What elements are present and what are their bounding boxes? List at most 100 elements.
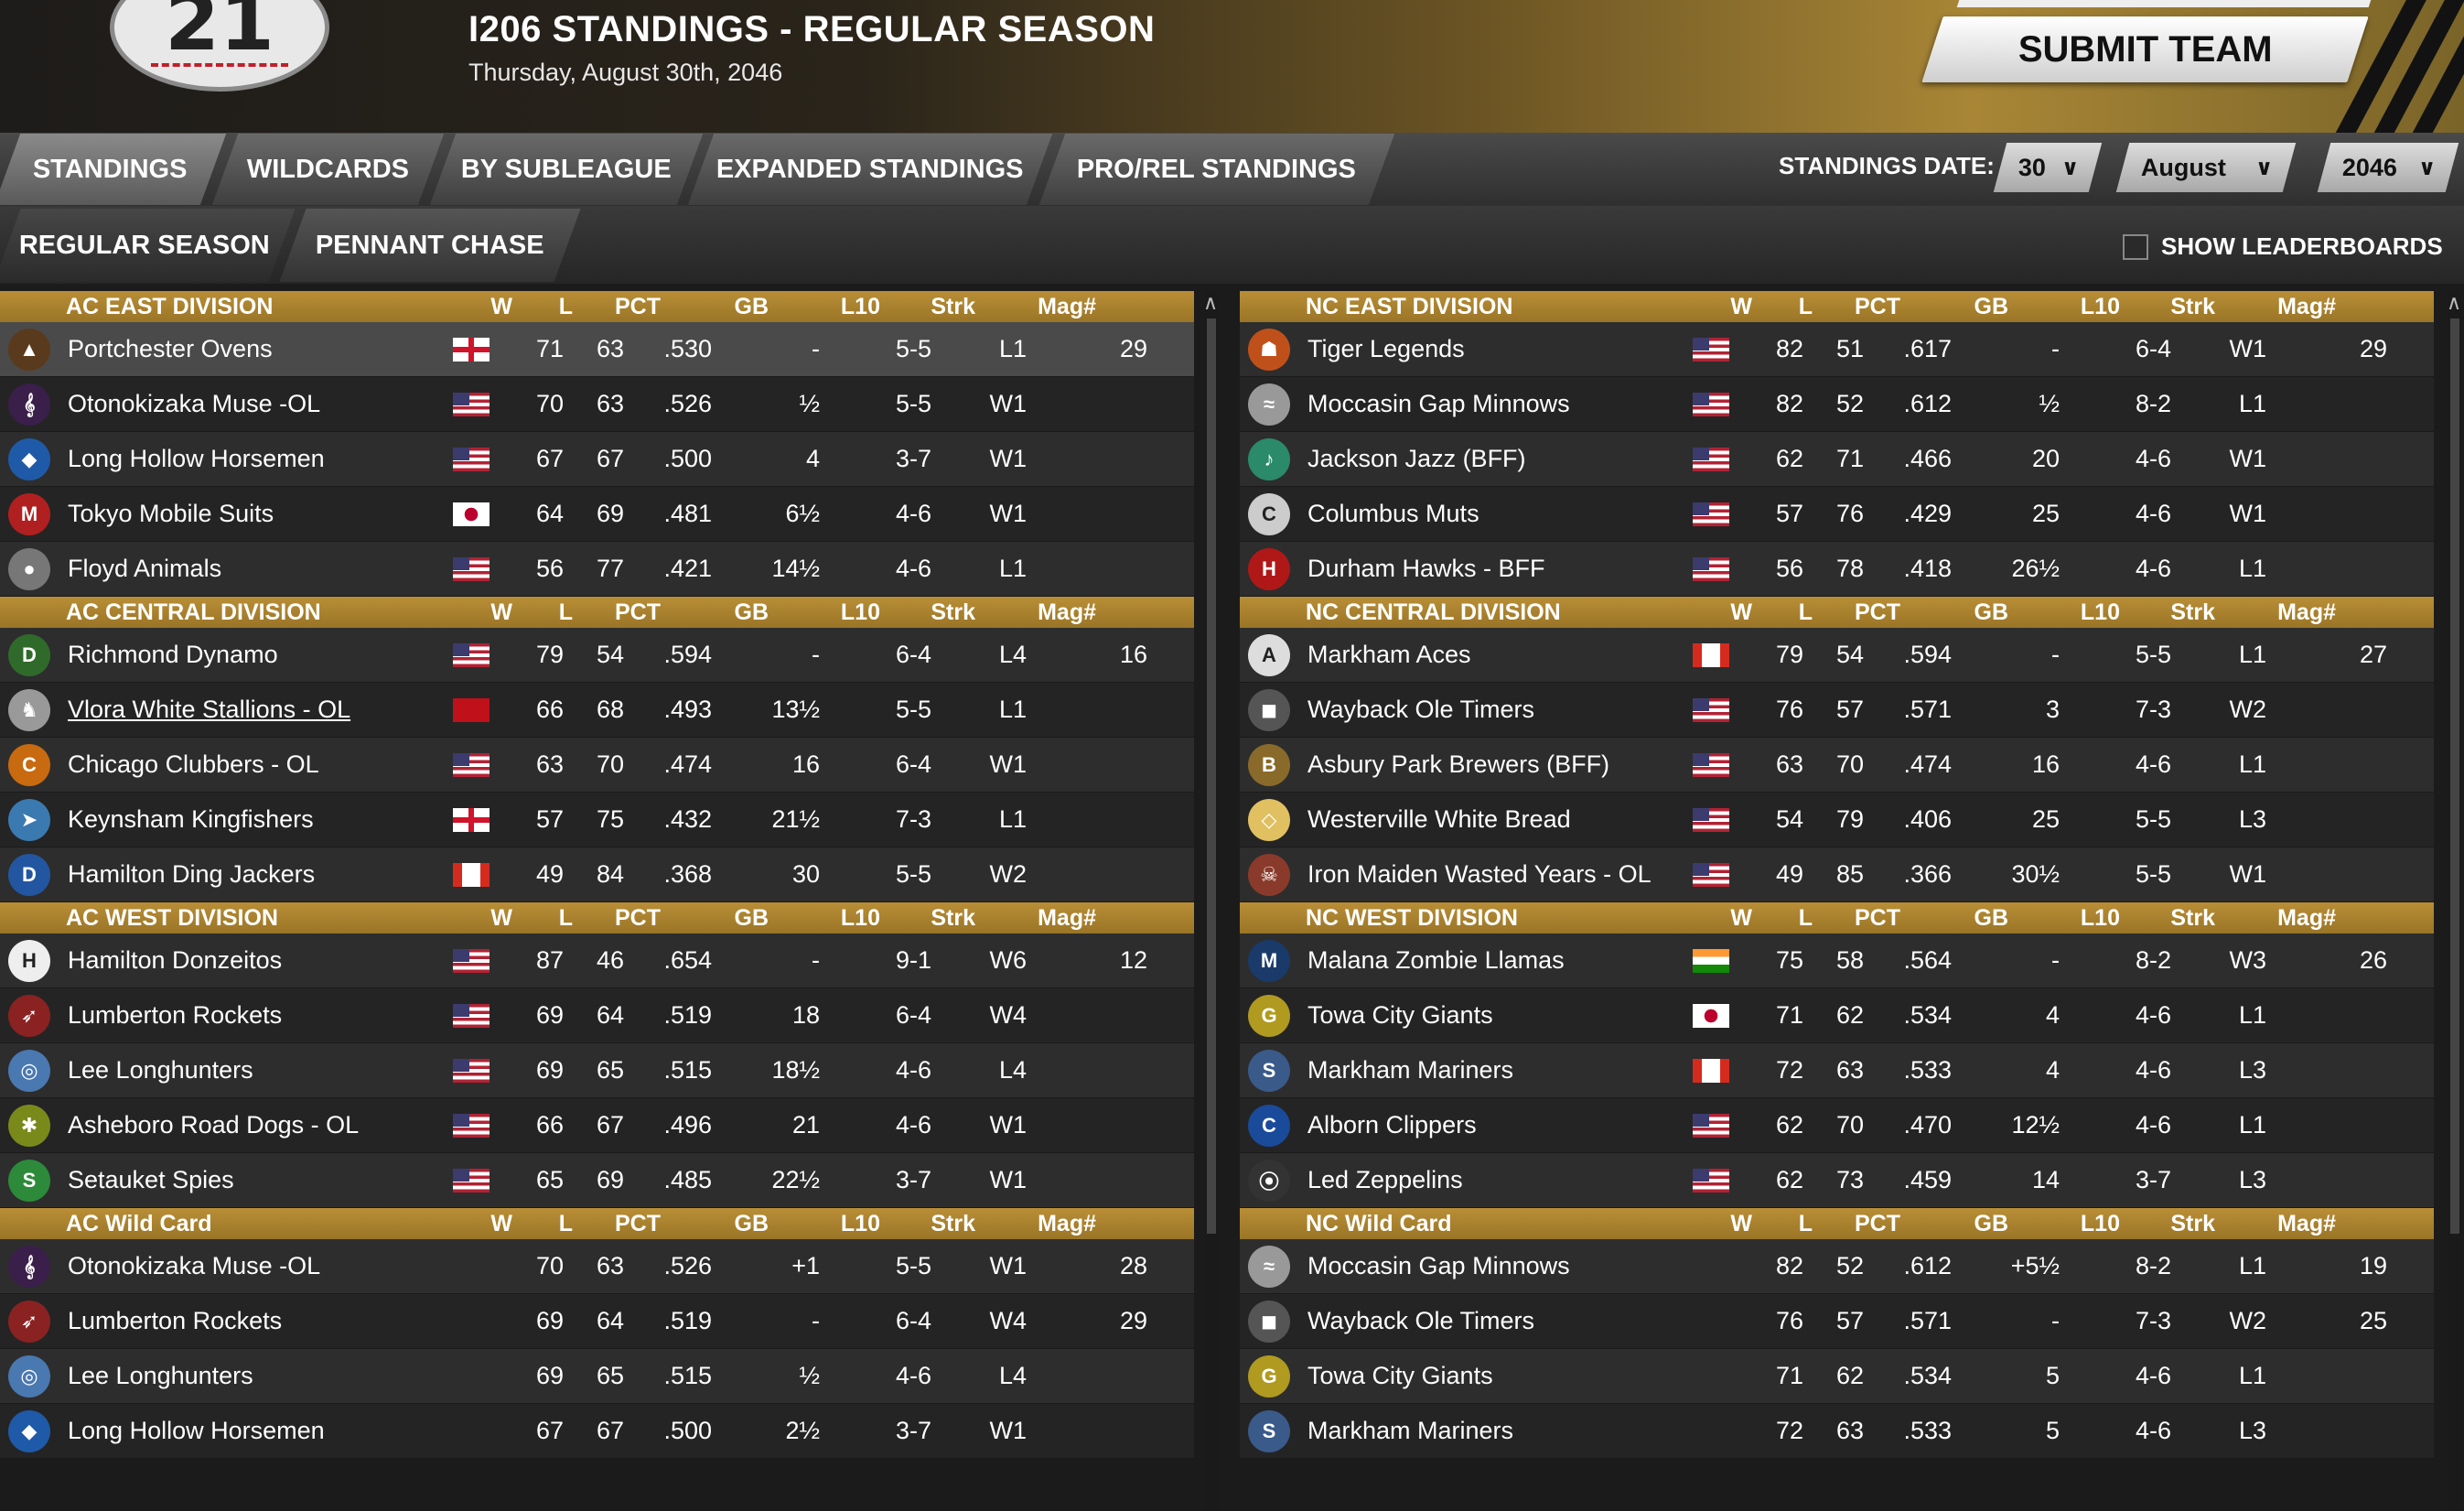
team-logo[interactable]: ◎ xyxy=(4,1351,55,1402)
team-row[interactable]: ◎ Lee Longhunters 69 65 .515 ½ 4-6 L4 xyxy=(0,1349,1194,1404)
team-name[interactable]: Portchester Ovens xyxy=(55,335,439,363)
team-logo[interactable]: C xyxy=(1243,489,1295,540)
team-logo[interactable]: ☗ xyxy=(1243,324,1295,375)
col-header-gb[interactable]: GB xyxy=(661,294,769,320)
col-header-w[interactable]: W xyxy=(1692,905,1752,932)
team-name[interactable]: Floyd Animals xyxy=(55,555,439,583)
col-header-w[interactable]: W xyxy=(1692,294,1752,320)
team-row[interactable]: S Markham Mariners 72 63 .533 5 4-6 L3 xyxy=(1240,1404,2434,1459)
team-row[interactable]: ➤ Keynsham Kingfishers 57 75 .432 21½ 7-… xyxy=(0,793,1194,847)
col-header-l10[interactable]: L10 xyxy=(2008,294,2120,320)
col-header-w[interactable]: W xyxy=(452,599,512,626)
team-row[interactable]: ◎ Lee Longhunters 69 65 .515 18½ 4-6 L4 xyxy=(0,1043,1194,1098)
team-name[interactable]: Tiger Legends xyxy=(1295,335,1679,363)
team-row[interactable]: ◆ Long Hollow Horsemen 67 67 .500 2½ 3-7… xyxy=(0,1404,1194,1459)
tab-by-subleague[interactable]: BY SUBLEAGUE xyxy=(429,134,704,205)
team-logo[interactable]: G xyxy=(1243,990,1295,1042)
team-row[interactable]: ◇ Westerville White Bread 54 79 .406 25 … xyxy=(1240,793,2434,847)
tab-wildcards[interactable]: WILDCARDS xyxy=(211,134,445,205)
team-row[interactable]: H Durham Hawks - BFF 56 78 .418 26½ 4-6 … xyxy=(1240,542,2434,597)
team-name[interactable]: Lumberton Rockets xyxy=(55,1001,439,1030)
team-name[interactable]: Long Hollow Horsemen xyxy=(55,445,439,473)
col-header-l10[interactable]: L10 xyxy=(2008,1211,2120,1237)
team-name[interactable]: Led Zeppelins xyxy=(1295,1166,1679,1194)
scroll-up-icon[interactable]: ∧ xyxy=(2447,291,2461,315)
col-header-gb[interactable]: GB xyxy=(1900,599,2009,626)
col-header-l[interactable]: L xyxy=(1752,1211,1813,1237)
team-row[interactable]: S Setauket Spies 65 69 .485 22½ 3-7 W1 xyxy=(0,1153,1194,1208)
team-row[interactable]: C Alborn Clippers 62 70 .470 12½ 4-6 L1 xyxy=(1240,1098,2434,1153)
col-header-l[interactable]: L xyxy=(512,294,573,320)
team-logo[interactable]: ▲ xyxy=(4,324,55,375)
team-name[interactable]: Hamilton Ding Jackers xyxy=(55,860,439,889)
col-header-mag[interactable]: Mag# xyxy=(2215,905,2343,932)
col-header-w[interactable]: W xyxy=(452,905,512,932)
team-logo[interactable]: C xyxy=(1243,1100,1295,1151)
team-row[interactable]: H Hamilton Donzeitos 87 46 .654 - 9-1 W6… xyxy=(0,934,1194,988)
team-name[interactable]: Markham Aces xyxy=(1295,641,1679,669)
team-logo[interactable]: ➶ xyxy=(4,1296,55,1347)
team-logo[interactable]: M xyxy=(1243,935,1295,987)
team-row[interactable]: C Chicago Clubbers - OL 63 70 .474 16 6-… xyxy=(0,738,1194,793)
team-logo[interactable]: ♞ xyxy=(4,685,55,736)
right-scrollbar[interactable]: ∧ xyxy=(2447,291,2461,1511)
team-logo[interactable]: ♪ xyxy=(1243,434,1295,485)
scroll-up-icon[interactable]: ∧ xyxy=(1203,291,1218,315)
subtab-regular-season[interactable]: REGULAR SEASON xyxy=(0,209,296,282)
team-row[interactable]: ≈ Moccasin Gap Minnows 82 52 .612 +5½ 8-… xyxy=(1240,1239,2434,1294)
team-logo[interactable]: ⦿ xyxy=(1243,1155,1295,1206)
col-header-pct[interactable]: PCT xyxy=(573,599,661,626)
month-select[interactable]: August ∨ xyxy=(2115,143,2297,192)
col-header-gb[interactable]: GB xyxy=(1900,1211,2009,1237)
col-header-pct[interactable]: PCT xyxy=(573,294,661,320)
team-logo[interactable]: S xyxy=(1243,1406,1295,1457)
col-header-mag[interactable]: Mag# xyxy=(975,294,1103,320)
team-logo[interactable]: ◼ xyxy=(1243,685,1295,736)
team-name[interactable]: Durham Hawks - BFF xyxy=(1295,555,1679,583)
col-header-strk[interactable]: Strk xyxy=(880,294,975,320)
team-logo[interactable]: G xyxy=(1243,1351,1295,1402)
col-header-l[interactable]: L xyxy=(1752,294,1813,320)
team-row[interactable]: D Hamilton Ding Jackers 49 84 .368 30 5-… xyxy=(0,847,1194,902)
team-name[interactable]: Asbury Park Brewers (BFF) xyxy=(1295,750,1679,779)
team-row[interactable]: ♪ Jackson Jazz (BFF) 62 71 .466 20 4-6 W… xyxy=(1240,432,2434,487)
team-name[interactable]: Moccasin Gap Minnows xyxy=(1295,1252,1679,1280)
col-header-mag[interactable]: Mag# xyxy=(975,1211,1103,1237)
col-header-l10[interactable]: L10 xyxy=(2008,905,2120,932)
team-name[interactable]: Hamilton Donzeitos xyxy=(55,946,439,975)
col-header-strk[interactable]: Strk xyxy=(880,1211,975,1237)
team-name[interactable]: Wayback Ole Timers xyxy=(1295,1307,1679,1335)
col-header-strk[interactable]: Strk xyxy=(880,599,975,626)
team-name[interactable]: Otonokizaka Muse -OL xyxy=(55,1252,439,1280)
tab-expanded-standings[interactable]: EXPANDED STANDINGS xyxy=(687,134,1053,205)
team-logo[interactable]: ☠ xyxy=(1243,849,1295,901)
team-logo[interactable]: 𝄞 xyxy=(4,379,55,430)
team-logo[interactable]: ➤ xyxy=(4,794,55,846)
team-name[interactable]: Towa City Giants xyxy=(1295,1001,1679,1030)
team-logo[interactable]: ◇ xyxy=(1243,794,1295,846)
team-name[interactable]: Alborn Clippers xyxy=(1295,1111,1679,1139)
team-name[interactable]: Setauket Spies xyxy=(55,1166,439,1194)
team-name[interactable]: Chicago Clubbers - OL xyxy=(55,750,439,779)
team-row[interactable]: ≈ Moccasin Gap Minnows 82 52 .612 ½ 8-2 … xyxy=(1240,377,2434,432)
team-name[interactable]: Markham Mariners xyxy=(1295,1056,1679,1085)
col-header-mag[interactable]: Mag# xyxy=(975,599,1103,626)
team-row[interactable]: ◼ Wayback Ole Timers 76 57 .571 - 7-3 W2… xyxy=(1240,1294,2434,1349)
col-header-w[interactable]: W xyxy=(452,294,512,320)
team-row[interactable]: 𝄞 Otonokizaka Muse -OL 70 63 .526 +1 5-5… xyxy=(0,1239,1194,1294)
team-logo[interactable]: ● xyxy=(4,544,55,595)
team-logo[interactable]: ◆ xyxy=(4,1406,55,1457)
team-row[interactable]: ✱ Asheboro Road Dogs - OL 66 67 .496 21 … xyxy=(0,1098,1194,1153)
col-header-pct[interactable]: PCT xyxy=(1813,905,1900,932)
team-name[interactable]: Iron Maiden Wasted Years - OL xyxy=(1295,860,1679,889)
left-scrollbar[interactable]: ∧ xyxy=(1203,291,1218,1511)
col-header-pct[interactable]: PCT xyxy=(1813,599,1900,626)
team-row[interactable]: G Towa City Giants 71 62 .534 4 4-6 L1 xyxy=(1240,988,2434,1043)
col-header-w[interactable]: W xyxy=(1692,1211,1752,1237)
scroll-thumb[interactable] xyxy=(2450,318,2459,1234)
col-header-w[interactable]: W xyxy=(1692,599,1752,626)
col-header-l10[interactable]: L10 xyxy=(769,599,880,626)
team-logo[interactable]: ◼ xyxy=(1243,1296,1295,1347)
col-header-strk[interactable]: Strk xyxy=(2120,1211,2215,1237)
team-name[interactable]: Moccasin Gap Minnows xyxy=(1295,390,1679,418)
